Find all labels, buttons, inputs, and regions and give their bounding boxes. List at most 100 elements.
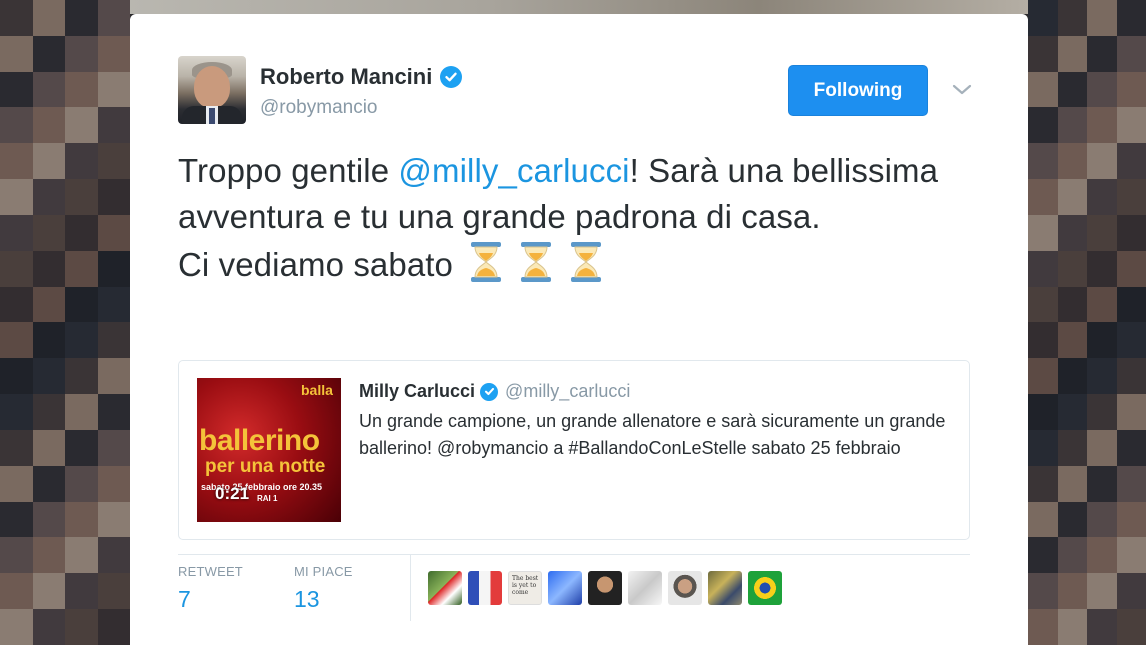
background-pixel — [1116, 71, 1146, 108]
background-pixel — [1087, 143, 1117, 180]
background-pixel — [1087, 0, 1117, 36]
background-pixel — [1087, 429, 1117, 466]
thumbnail-title: ballerino — [199, 424, 320, 457]
background-pixel — [65, 179, 98, 215]
background-pixel — [0, 286, 33, 323]
retweet-stat[interactable]: RETWEET 7 — [178, 564, 243, 613]
background-pixel — [1028, 71, 1058, 108]
background-pixel — [1087, 71, 1117, 108]
background-pixel — [97, 322, 130, 359]
background-pixel — [1057, 501, 1087, 538]
liker-avatar[interactable] — [468, 571, 502, 605]
background-pixel — [1116, 143, 1146, 180]
background-pixel — [1057, 358, 1087, 395]
background-pixel — [1087, 358, 1117, 395]
background-pixel — [32, 394, 65, 430]
background-pixel — [97, 429, 130, 466]
background-pixel — [1116, 465, 1146, 502]
background-pixel — [1116, 358, 1146, 395]
thumbnail-logo: balla — [301, 382, 333, 398]
retweet-count[interactable]: 7 — [178, 586, 243, 613]
likes-stat[interactable]: MI PIACE 13 — [294, 564, 353, 613]
background-pixel — [1028, 537, 1058, 574]
background-pixel — [65, 394, 98, 430]
author-avatar[interactable] — [178, 56, 246, 124]
background-pixel — [32, 71, 65, 108]
verified-badge-icon — [440, 66, 463, 88]
background-pixel — [0, 71, 33, 108]
mention-link[interactable]: @milly_carlucci — [398, 152, 629, 189]
quoted-tweet[interactable]: balla ballerino per una notte sabato 25 … — [178, 360, 970, 540]
background-pixel — [32, 250, 65, 287]
background-pixel — [1116, 322, 1146, 359]
background-pixel — [1116, 537, 1146, 574]
background-pixel — [1028, 501, 1058, 538]
liker-avatar[interactable] — [548, 571, 582, 605]
thumbnail-channel: RAI 1 — [257, 494, 278, 503]
divider — [178, 554, 970, 555]
background-pixel — [65, 71, 98, 108]
background-pixel — [1028, 573, 1058, 610]
background-pixel — [1057, 179, 1087, 215]
video-thumbnail[interactable]: balla ballerino per una notte sabato 25 … — [197, 378, 341, 522]
background-pixel — [32, 429, 65, 466]
background-pixel — [1116, 107, 1146, 144]
liker-avatar[interactable] — [748, 571, 782, 605]
background-pixel — [1116, 179, 1146, 215]
background-pixel — [1028, 143, 1058, 180]
background-pixel — [97, 286, 130, 323]
background-pixel — [1087, 501, 1117, 538]
liker-avatar[interactable] — [628, 571, 662, 605]
background-pixel — [1057, 465, 1087, 502]
liker-avatar[interactable]: The best is yet to come — [508, 571, 542, 605]
background-pixel — [97, 358, 130, 395]
background-pixel — [32, 609, 65, 645]
background-pixel — [32, 501, 65, 538]
background-pixel — [32, 465, 65, 502]
tweet-card: Roberto Mancini @robymancio Following Tr… — [130, 14, 1028, 645]
background-pixel — [1028, 429, 1058, 466]
background-pixel — [32, 0, 65, 36]
background-pixel — [1087, 35, 1117, 72]
likes-label: MI PIACE — [294, 564, 353, 579]
liker-avatar[interactable] — [428, 571, 462, 605]
background-pixel — [65, 537, 98, 574]
quoted-author-handle: @milly_carlucci — [505, 381, 631, 401]
background-pixel — [1028, 179, 1058, 215]
background-pixel — [32, 179, 65, 215]
background-pixel — [32, 35, 65, 72]
background-pixel — [0, 394, 33, 430]
liker-avatar[interactable] — [588, 571, 622, 605]
background-pixel — [1028, 358, 1058, 395]
background-pixel — [1116, 573, 1146, 610]
background-pixel — [1087, 394, 1117, 430]
background-pixel — [1057, 286, 1087, 323]
background-pixel — [1057, 35, 1087, 72]
background-pixel — [97, 573, 130, 610]
likes-count[interactable]: 13 — [294, 586, 353, 613]
author-handle[interactable]: @robymancio — [260, 97, 378, 119]
hourglass-icon — [468, 240, 504, 284]
background-pixel — [1087, 609, 1117, 645]
background-pixel — [1057, 429, 1087, 466]
background-pixel — [97, 250, 130, 287]
author-name-row[interactable]: Roberto Mancini — [260, 64, 463, 90]
author-name[interactable]: Roberto Mancini — [260, 64, 432, 90]
background-pixel — [1057, 71, 1087, 108]
background-pixel — [1028, 286, 1058, 323]
chevron-down-icon[interactable] — [950, 78, 974, 102]
liker-avatar[interactable] — [708, 571, 742, 605]
background-pixel — [1087, 465, 1117, 502]
background-pixel — [97, 537, 130, 574]
liker-avatar[interactable] — [668, 571, 702, 605]
background-pixel — [97, 35, 130, 72]
background-pixel — [32, 107, 65, 144]
background-pixel — [1057, 573, 1087, 610]
background-pixel — [65, 429, 98, 466]
background-pixel — [97, 0, 130, 36]
background-pixel — [1028, 35, 1058, 72]
background-pixel — [1057, 214, 1087, 251]
background-pixel — [0, 322, 33, 359]
quoted-tweet-text: Un grande campione, un grande allenatore… — [359, 411, 946, 458]
following-button[interactable]: Following — [788, 65, 928, 116]
